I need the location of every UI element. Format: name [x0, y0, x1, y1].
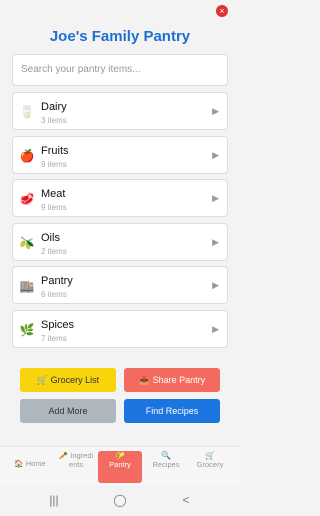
category-count: 9 items	[41, 203, 67, 212]
carrot-icon: 🥕	[58, 451, 69, 460]
cart-icon: 🛒	[205, 451, 215, 460]
search-placeholder: Search your pantry items...	[21, 64, 141, 75]
search-icon: 🔍	[161, 451, 171, 460]
share-pantry-label: Share Pantry	[152, 375, 206, 385]
category-item-fruits[interactable]: 🍎 Fruits 9 items ▶	[12, 135, 228, 174]
close-icon[interactable]: ×	[216, 5, 228, 17]
nav-pantry[interactable]: 🌮 Pantry	[98, 451, 142, 483]
pantry-icon: 🌮	[115, 451, 125, 460]
category-count: 3 items	[41, 116, 67, 125]
category-name: Oils	[41, 231, 60, 244]
category-name: Dairy	[41, 101, 67, 113]
category-item-pantry[interactable]: 🏬 Pantry 6 items ▶	[12, 266, 228, 304]
category-list: 🥛 Dairy 3 items ▶ 🍎 Fruits 9 items ▶ 🥩 M…	[12, 92, 228, 358]
category-name: Pantry	[41, 275, 73, 287]
category-item-spices[interactable]: 🌿 Spices 7 items ▶	[12, 309, 228, 348]
category-count: 7 items	[41, 333, 67, 343]
home-button-icon[interactable]: ◯	[110, 492, 130, 508]
category-count: 2 items	[41, 246, 67, 256]
category-count: 9 items	[41, 159, 67, 169]
apple-icon: 🍎	[19, 148, 35, 163]
nav-recipes[interactable]: 🔍 Recipes	[144, 451, 188, 483]
chevron-right-icon: ▶	[212, 236, 219, 247]
add-more-button[interactable]: Add More	[20, 399, 116, 423]
chevron-right-icon: ▶	[212, 149, 219, 160]
home-icon: 🏠	[14, 459, 24, 468]
category-name: Fruits	[41, 144, 69, 157]
share-pantry-button[interactable]: 📤 Share Pantry	[124, 368, 220, 392]
nav-ingredients[interactable]: 🥕 Ingredi ents	[54, 451, 98, 483]
recent-apps-icon[interactable]: |||	[44, 492, 64, 508]
search-input[interactable]: Search your pantry items...	[12, 54, 228, 86]
chevron-right-icon: ▶	[212, 323, 219, 334]
nav-pantry-label: Pantry	[109, 460, 131, 469]
grocery-list-button[interactable]: 🛒 Grocery List	[20, 368, 116, 392]
page-title: Joe's Family Pantry	[49, 28, 191, 45]
herb-icon: 🌿	[19, 322, 35, 337]
nav-recipes-label: Recipes	[152, 460, 180, 469]
category-name: Spices	[41, 318, 75, 331]
glass-icon: 🥛	[19, 105, 35, 119]
find-recipes-button[interactable]: Find Recipes	[124, 399, 220, 423]
pantry-icon: 🏬	[19, 279, 35, 293]
category-item-meat[interactable]: 🥩 Meat 9 items ▶	[12, 179, 228, 217]
nav-grocery-label: Grocery	[196, 460, 224, 469]
grocery-list-label: Grocery List	[50, 375, 100, 385]
bottom-nav: 🏠 Home 🥕 Ingredi ents 🌮 Pantry 🔍 Recipes…	[0, 446, 240, 486]
nav-home-label: Home	[25, 459, 46, 468]
category-name: Meat	[41, 188, 66, 200]
category-count: 6 items	[41, 290, 67, 299]
meat-icon: 🥩	[19, 192, 35, 206]
chevron-right-icon: ▶	[212, 106, 219, 116]
nav-ingredients-label: Ingredi ents	[68, 451, 94, 469]
back-icon[interactable]: <	[176, 492, 196, 508]
nav-grocery[interactable]: 🛒 Grocery	[188, 451, 232, 483]
category-item-dairy[interactable]: 🥛 Dairy 3 items ▶	[12, 92, 228, 130]
system-nav-bar: ||| ◯ <	[0, 486, 240, 516]
olive-icon: 🫒	[19, 235, 35, 250]
chevron-right-icon: ▶	[212, 193, 219, 203]
category-item-oils[interactable]: 🫒 Oils 2 items ▶	[12, 222, 228, 261]
cart-icon: 🛒	[36, 375, 49, 385]
status-bar: ×	[0, 0, 240, 24]
share-icon: 📤	[138, 375, 151, 385]
chevron-right-icon: ▶	[212, 280, 219, 290]
